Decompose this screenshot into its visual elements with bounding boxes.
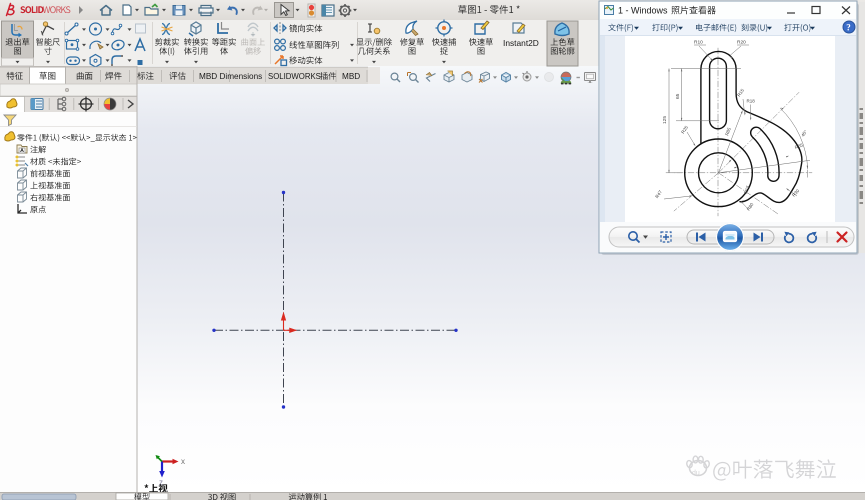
svg-text:x: x (181, 457, 185, 466)
svg-text:MBD Dimensions: MBD Dimensions (199, 72, 262, 81)
svg-text:SOLIDWORKS: SOLIDWORKS (268, 72, 321, 81)
svg-text:MBD: MBD (342, 72, 360, 81)
svg-text:R18: R18 (747, 99, 756, 104)
svg-text:1 - Windows: 1 - Windows (618, 6, 668, 16)
svg-text:du: du (692, 470, 700, 477)
svg-text:125: 125 (662, 116, 668, 124)
svg-text:R20: R20 (737, 40, 746, 46)
svg-text:Instant2D: Instant2D (503, 38, 539, 48)
svg-text:?: ? (846, 23, 851, 33)
svg-text:65: 65 (675, 93, 681, 99)
svg-text:R10: R10 (694, 40, 703, 46)
